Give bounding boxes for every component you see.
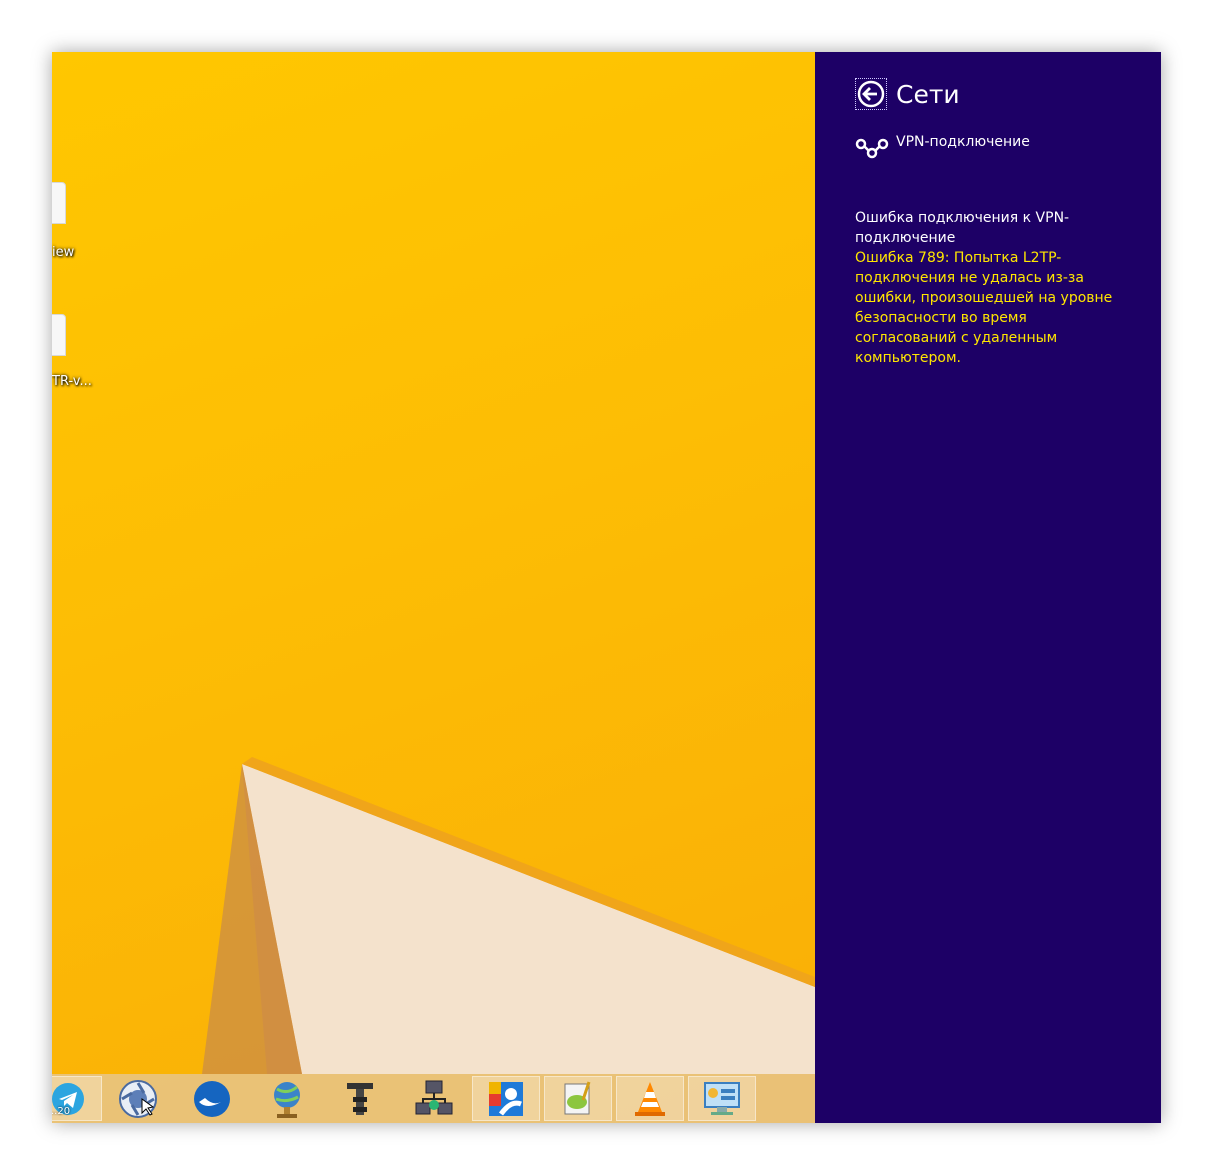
taskbar-button-wave-app[interactable] [178, 1076, 246, 1121]
networks-charm-panel: Сети VPN-подключение Ошибка подключения … [815, 52, 1161, 1123]
network-monitor-icon [704, 1081, 740, 1115]
error-title: Ошибка подключения к VPN-подключение [855, 210, 1070, 246]
charm-title: Сети [896, 79, 960, 109]
charm-header: Сети [855, 78, 960, 110]
back-arrow-icon [857, 80, 885, 108]
desktop-icon[interactable]: iew [52, 182, 112, 262]
taskbar-button-remote-app[interactable] [472, 1076, 540, 1121]
document-icon [52, 182, 66, 224]
desktop-icon[interactable]: TR-v... [52, 314, 112, 394]
desktop-wallpaper: iew TR-v... ..20 [52, 52, 815, 1123]
error-detail: Ошибка 789: Попытка L2TP-подключения не … [855, 250, 1113, 366]
network-tool-icon [347, 1082, 373, 1115]
vlc-cone-icon [635, 1081, 665, 1116]
desktop-icon-label: TR-v... [52, 374, 92, 389]
browser-aperture-icon [119, 1079, 157, 1118]
screen: iew TR-v... ..20 Сети VPN-подключение Ош… [52, 52, 1161, 1123]
taskbar-button-network-monitor[interactable] [688, 1076, 756, 1121]
taskbar-button-network-computers[interactable] [400, 1076, 468, 1121]
taskbar-button-network-tool[interactable] [326, 1076, 394, 1121]
wave-app-icon [194, 1080, 230, 1117]
taskbar: ..20 [52, 1074, 815, 1123]
document-icon [52, 314, 66, 356]
taskbar-button-notepad-plus[interactable] [544, 1076, 612, 1121]
taskbar-button-satellite[interactable] [252, 1076, 320, 1121]
notepad-plus-icon [564, 1081, 591, 1114]
remote-app-icon [489, 1081, 523, 1116]
error-message: Ошибка подключения к VPN-подключение Оши… [855, 208, 1115, 368]
vpn-connection-item[interactable]: VPN-подключение [855, 134, 1030, 160]
taskbar-button-telegram[interactable]: ..20 [52, 1076, 102, 1121]
desktop-icon-label: iew [52, 245, 75, 260]
taskbar-badge: ..20 [52, 1106, 71, 1117]
vpn-connection-label: VPN-подключение [896, 134, 1030, 150]
back-button[interactable] [855, 78, 887, 110]
network-computers-icon [415, 1080, 453, 1114]
satellite-globe-icon [274, 1081, 300, 1118]
taskbar-button-browser[interactable] [104, 1076, 172, 1121]
wallpaper-shapes [202, 757, 815, 1074]
taskbar-button-vlc[interactable] [616, 1076, 684, 1121]
vpn-icon [855, 138, 889, 159]
